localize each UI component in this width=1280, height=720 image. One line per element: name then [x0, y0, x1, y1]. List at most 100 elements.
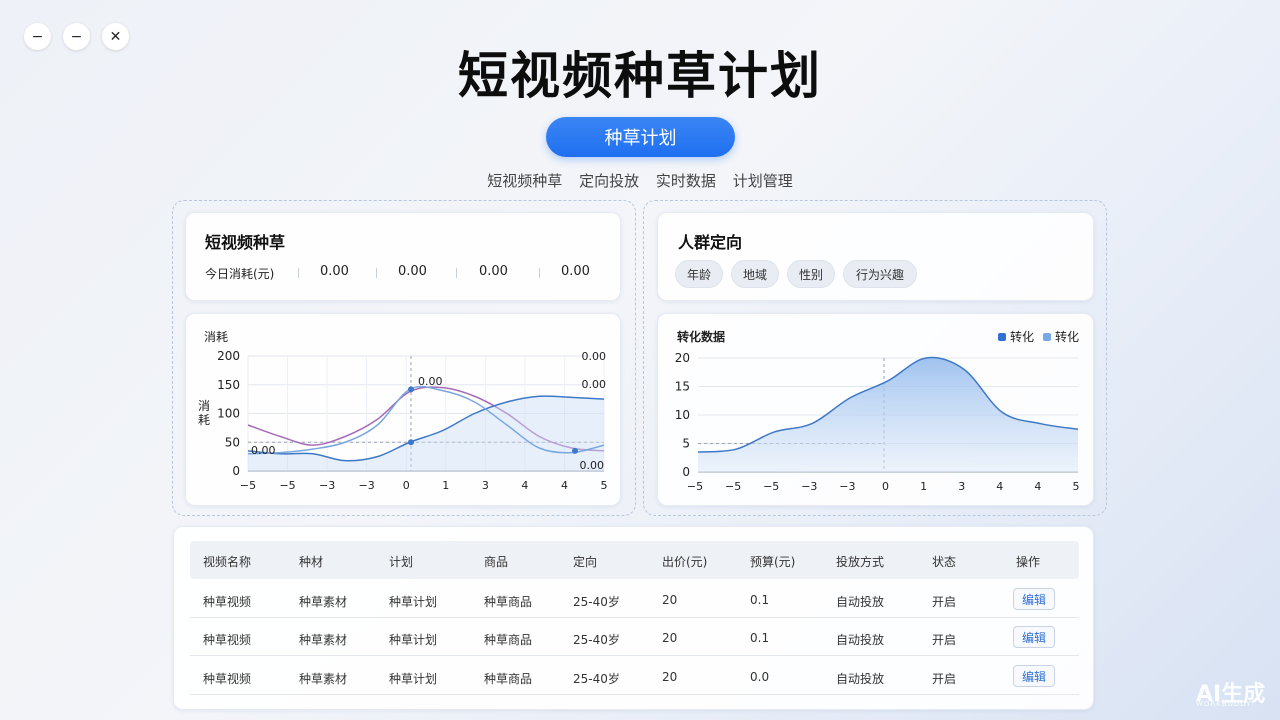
table-cell: 25-40岁 — [573, 595, 620, 609]
y-tick-label: 100 — [217, 407, 240, 421]
nav-item-short-video[interactable]: 短视频种草 — [487, 172, 562, 190]
table-cell: 25-40岁 — [573, 633, 620, 647]
x-tick-label: −5 — [763, 480, 779, 493]
x-tick-label: 4 — [561, 479, 568, 492]
x-tick-label: 3 — [958, 480, 965, 493]
metric-value: 0.00 — [398, 264, 427, 279]
x-tick-label: −3 — [359, 479, 375, 492]
table-cell: 种草素材 — [299, 595, 348, 609]
column-header: 计划 — [389, 555, 414, 569]
divider — [539, 268, 540, 278]
watermark-subtext: WORKBUDDY — [1196, 700, 1252, 708]
edit-button[interactable]: 编辑 — [1013, 588, 1055, 610]
conversion-chart-card: 转化数据 转化 转化 20 15 10 5 0 −5 −5 −5 −3 −3 0 1 3 4 4 5 — [657, 313, 1094, 506]
x-tick-label: −3 — [839, 480, 855, 493]
column-header: 种材 — [299, 555, 324, 569]
table-cell: 开启 — [932, 672, 957, 686]
card-title: 人群定向 — [678, 233, 743, 252]
data-label: 0.00 — [418, 375, 443, 388]
table-cell: 种草计划 — [389, 633, 438, 647]
row-divider — [190, 655, 1079, 656]
nav-item-plan-management[interactable]: 计划管理 — [733, 172, 793, 190]
table-cell: 20 — [662, 593, 678, 607]
x-tick-label: 5 — [601, 479, 608, 492]
table-cell: 0.1 — [750, 593, 770, 607]
page-title: 短视频种草计划 — [458, 47, 822, 105]
y-tick-label: 0 — [232, 464, 240, 478]
table-cell: 开启 — [932, 633, 957, 647]
x-tick-label: 5 — [1073, 480, 1080, 493]
table-cell: 种草商品 — [484, 595, 533, 609]
metric-value: 0.00 — [479, 264, 508, 279]
y-tick-label: 200 — [217, 349, 240, 363]
data-point — [408, 439, 414, 446]
divider — [456, 268, 457, 278]
column-header: 定向 — [573, 555, 598, 569]
column-header: 视频名称 — [203, 555, 252, 569]
x-tick-label: 0 — [882, 480, 889, 493]
row-divider — [190, 617, 1079, 618]
conversion-area-chart: 20151050−5 −5 −5 −3 −3 0 1 3 4 4 5 — [675, 351, 1080, 493]
table-cell: 种草素材 — [299, 633, 348, 647]
table-cell: 种草视频 — [203, 595, 252, 609]
sub-navigation: 短视频种草 定向投放 实时数据 计划管理 — [0, 170, 1280, 191]
edit-button[interactable]: 编辑 — [1013, 665, 1055, 687]
x-tick-label: 4 — [521, 479, 528, 492]
tag-gender[interactable]: 性别 — [787, 260, 835, 288]
y-tick-label: 15 — [675, 380, 690, 394]
edit-button[interactable]: 编辑 — [1013, 626, 1055, 648]
table-cell: 种草计划 — [389, 672, 438, 686]
y-tick-label: 10 — [675, 408, 690, 422]
spend-line-chart: 200150100500−5 −5 −3 −3 0 1 3 4 4 50.000.000.000.… — [217, 349, 608, 492]
spend-chart-card: 消耗 消耗 200 150 100 50 0 −5 −5 −3 −3 0 1 3 4 4 5 0.00 0.00… — [185, 313, 621, 506]
tag-age[interactable]: 年龄 — [675, 260, 723, 288]
data-label: 0.00 — [582, 350, 607, 363]
x-tick-label: −5 — [279, 479, 295, 492]
seeding-plan-button[interactable]: 种草计划 — [546, 117, 735, 157]
table-cell: 种草视频 — [203, 672, 252, 686]
column-header: 操作 — [1016, 555, 1041, 569]
x-tick-label: 3 — [482, 479, 489, 492]
x-tick-label: −3 — [801, 480, 817, 493]
x-tick-label: −3 — [319, 479, 335, 492]
x-tick-label: −5 — [240, 479, 256, 492]
nav-item-realtime-data[interactable]: 实时数据 — [656, 172, 716, 190]
data-label: 0.00 — [251, 444, 276, 457]
x-tick-label: −5 — [687, 480, 703, 493]
row-divider — [190, 694, 1079, 695]
metric-label: 今日消耗(元) — [205, 267, 275, 281]
table-cell: 种草计划 — [389, 595, 438, 609]
tag-region[interactable]: 地域 — [731, 260, 779, 288]
nav-item-targeting[interactable]: 定向投放 — [579, 172, 639, 190]
x-tick-label: 0 — [403, 479, 410, 492]
table-cell: 自动投放 — [836, 595, 885, 609]
table-cell: 20 — [662, 631, 678, 645]
seeding-summary-card: 短视频种草 今日消耗(元) 0.00 0.00 0.00 0.00 — [185, 212, 621, 301]
table-cell: 0.1 — [750, 631, 770, 645]
data-label: 0.00 — [582, 378, 607, 391]
column-header: 投放方式 — [836, 555, 885, 569]
table-cell: 25-40岁 — [573, 672, 620, 686]
audience-card: 人群定向 年龄 地域 性别 行为兴趣 — [657, 212, 1094, 301]
table-cell: 种草素材 — [299, 672, 348, 686]
x-tick-label: 4 — [996, 480, 1003, 493]
y-tick-label: 20 — [675, 351, 690, 365]
table-cell: 种草商品 — [484, 633, 533, 647]
column-header: 商品 — [484, 555, 509, 569]
table-cell: 开启 — [932, 595, 957, 609]
y-tick-label: 150 — [217, 378, 240, 392]
metric-value: 0.00 — [320, 264, 349, 279]
divider — [376, 268, 377, 278]
data-point — [572, 447, 578, 454]
x-tick-label: −5 — [725, 480, 741, 493]
divider — [298, 268, 299, 278]
y-tick-label: 0 — [682, 465, 690, 479]
table-cell: 自动投放 — [836, 672, 885, 686]
y-tick-label: 5 — [682, 437, 690, 451]
metric-value: 0.00 — [561, 264, 590, 279]
plan-table: 种草视频 种草素材 种草计划 种草商品 25-40岁 20 0.1 自动投放 开启 编辑 种草视频种… — [173, 526, 1094, 710]
tag-interest[interactable]: 行为兴趣 — [843, 260, 917, 288]
column-header: 状态 — [932, 555, 957, 569]
card-title: 短视频种草 — [205, 233, 286, 252]
data-label: 0.00 — [580, 459, 605, 472]
